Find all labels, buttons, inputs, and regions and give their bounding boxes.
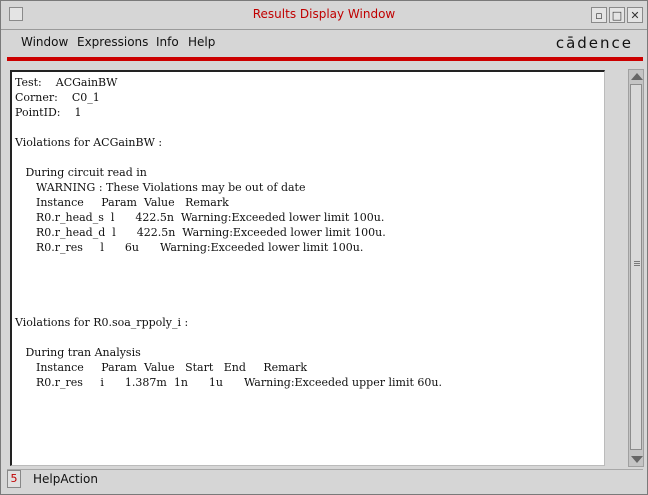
results-text-area[interactable]: Test: ACGainBW Corner: C0_1 PointID: 1 V… [10, 70, 605, 466]
results-text: Test: ACGainBW Corner: C0_1 PointID: 1 V… [15, 76, 442, 389]
menu-info[interactable]: Info [156, 35, 179, 49]
menu-expressions[interactable]: Expressions [77, 35, 148, 49]
grip-icon [634, 261, 640, 262]
status-number: 5 [7, 470, 21, 488]
status-text: HelpAction [33, 472, 98, 486]
maximize-button[interactable]: □ [609, 7, 625, 23]
close-button[interactable]: ✕ [627, 7, 643, 23]
scroll-up-icon[interactable] [631, 73, 643, 80]
results-display-window: Results Display Window ▫ □ ✕ Window Expr… [0, 0, 648, 495]
status-bar: 5 HelpAction [7, 469, 643, 490]
vertical-scrollbar[interactable] [628, 69, 644, 467]
menu-help[interactable]: Help [188, 35, 215, 49]
menu-window[interactable]: Window [21, 35, 68, 49]
title-bar[interactable]: Results Display Window ▫ □ ✕ [1, 1, 647, 30]
cadence-logo: cādence [555, 34, 633, 52]
accent-divider [7, 57, 643, 61]
scrollbar-thumb[interactable] [630, 84, 642, 450]
window-title: Results Display Window [252, 7, 396, 21]
menu-bar: Window Expressions Info Help cādence [1, 30, 647, 56]
minimize-button[interactable]: ▫ [591, 7, 607, 23]
scroll-down-icon[interactable] [631, 456, 643, 463]
